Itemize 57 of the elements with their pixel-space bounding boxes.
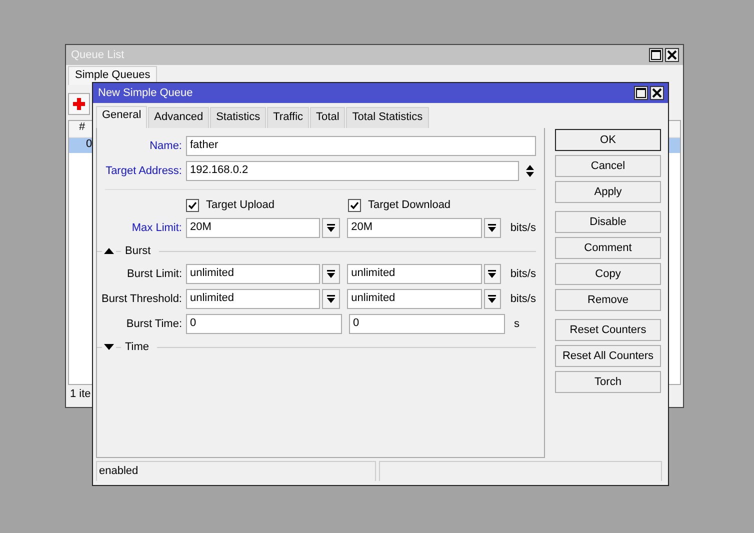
tab[interactable]: Statistics bbox=[210, 107, 266, 128]
dialog-button[interactable]: Disable bbox=[555, 211, 661, 233]
input-field[interactable]: unlimited bbox=[347, 264, 482, 284]
status-text: 1 ite bbox=[69, 387, 92, 402]
dialog-button[interactable]: Reset Counters bbox=[555, 319, 661, 341]
checkbox-label[interactable]: Target Download bbox=[368, 199, 451, 211]
input-field[interactable]: 20M bbox=[186, 218, 320, 238]
dialog-button[interactable]: Apply bbox=[555, 181, 661, 203]
unit-label: bits/s bbox=[510, 268, 536, 280]
dropdown-icon[interactable] bbox=[484, 264, 502, 284]
dropdown-icon[interactable] bbox=[484, 218, 502, 238]
dialog-button[interactable]: Reset All Counters bbox=[555, 345, 661, 367]
tab[interactable]: Total bbox=[310, 107, 346, 128]
checkbox[interactable] bbox=[348, 198, 361, 212]
dialog-button[interactable]: Remove bbox=[555, 289, 661, 311]
input-field[interactable]: 0 bbox=[186, 314, 342, 334]
unit-label: s bbox=[514, 318, 520, 330]
status-text: enabled bbox=[96, 461, 376, 481]
field-label: Burst Threshold: bbox=[100, 293, 183, 305]
unit-label: bits/s bbox=[510, 293, 536, 305]
tab[interactable]: Traffic bbox=[267, 107, 310, 128]
checkbox[interactable] bbox=[186, 198, 199, 212]
input-field[interactable]: 20M bbox=[347, 218, 482, 238]
tab[interactable]: General bbox=[96, 106, 148, 128]
field-label: Burst Time: bbox=[125, 318, 183, 330]
close-icon[interactable] bbox=[650, 86, 664, 100]
field-label: Burst Limit: bbox=[126, 268, 183, 280]
dialog-button[interactable]: OK bbox=[555, 129, 661, 151]
section-title[interactable]: Time bbox=[123, 341, 150, 353]
dialog-button[interactable]: Cancel bbox=[555, 155, 661, 177]
checkbox-label[interactable]: Target Upload bbox=[206, 199, 274, 211]
section-title[interactable]: Burst bbox=[123, 245, 151, 257]
input-field[interactable]: unlimited bbox=[186, 289, 320, 309]
dropdown-icon[interactable] bbox=[322, 264, 340, 284]
dropdown-icon[interactable] bbox=[322, 218, 340, 238]
input-field[interactable]: unlimited bbox=[186, 264, 320, 284]
toggle-icon[interactable] bbox=[104, 344, 114, 350]
field-label: Target Address: bbox=[104, 165, 183, 177]
dialog-button[interactable]: Comment bbox=[555, 237, 661, 259]
dialog-button[interactable]: Copy bbox=[555, 263, 661, 285]
input-field[interactable]: unlimited bbox=[347, 289, 482, 309]
tab[interactable]: Total Statistics bbox=[346, 107, 429, 128]
maximize-icon[interactable] bbox=[634, 86, 648, 100]
input-field[interactable]: 0 bbox=[349, 314, 505, 334]
field-label: Name: bbox=[148, 140, 183, 152]
toggle-icon[interactable] bbox=[104, 248, 114, 254]
input-field[interactable]: father bbox=[186, 136, 536, 156]
field-label: Max Limit: bbox=[130, 222, 183, 234]
dialog-button[interactable]: Torch bbox=[555, 371, 661, 393]
input-field[interactable]: 192.168.0.2 bbox=[186, 161, 519, 181]
dropdown-icon[interactable] bbox=[484, 289, 502, 309]
unit-label: bits/s bbox=[510, 222, 536, 234]
add-icon[interactable] bbox=[68, 93, 90, 115]
window-title: New Simple Queue bbox=[98, 87, 194, 99]
dropdown-icon[interactable] bbox=[322, 289, 340, 309]
tab[interactable]: Advanced bbox=[148, 107, 210, 128]
up-down-icon[interactable] bbox=[525, 164, 535, 178]
